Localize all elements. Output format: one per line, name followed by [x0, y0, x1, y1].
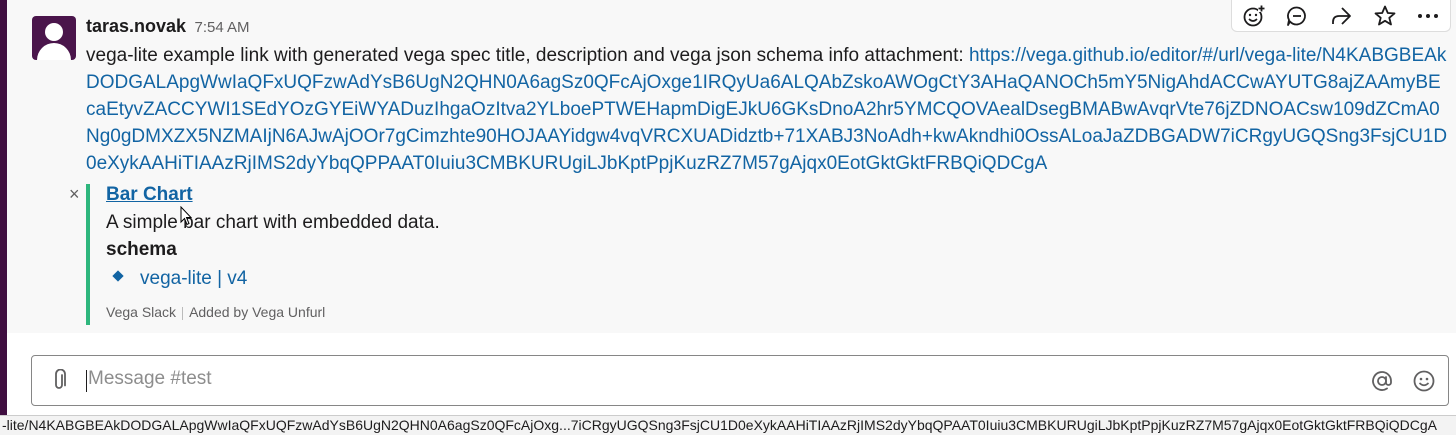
diamond-bullet-icon — [112, 270, 124, 282]
save-star-icon — [1374, 5, 1395, 25]
attachment-field-title: schema — [106, 239, 177, 260]
link-hover-status-bar: -lite/N4KABGBEAkDODGALApgWwIaQFxUQFzwAdY… — [0, 415, 1456, 435]
emoji-icon[interactable] — [1412, 369, 1436, 393]
message-row[interactable]: taras.novak 7:54 AM vega-lite example li… — [7, 0, 1456, 333]
attachment-footer: Vega Slack Added by Vega Unfurl — [106, 304, 325, 320]
add-reaction-button[interactable] — [1236, 1, 1272, 31]
message-composer[interactable]: Message #test — [31, 355, 1449, 406]
remove-attachment-button[interactable]: × — [69, 184, 80, 205]
more-actions-button[interactable] — [1410, 1, 1446, 31]
add-reaction-icon — [1243, 4, 1265, 26]
message-text: vega-lite example link with generated ve… — [86, 42, 1448, 177]
more-actions-icon — [1418, 13, 1439, 18]
reply-thread-icon — [1287, 6, 1307, 26]
workspace-sidebar-edge — [0, 0, 7, 435]
attachment-field-value[interactable]: vega-lite | v4 — [112, 268, 247, 290]
message-actions-toolbar — [1231, 0, 1451, 32]
reply-in-thread-button[interactable] — [1279, 1, 1315, 31]
share-message-icon — [1332, 6, 1351, 25]
attachment-title-link[interactable]: Bar Chart — [106, 184, 193, 206]
message-body: vega-lite example link with generated ve… — [86, 45, 969, 66]
share-message-button[interactable] — [1323, 1, 1359, 31]
footer-divider — [182, 306, 184, 320]
message-input-placeholder[interactable]: Message #test — [88, 368, 212, 390]
footer-app-name[interactable]: Vega Slack — [106, 304, 176, 320]
message-header: taras.novak 7:54 AM — [86, 16, 250, 40]
paperclip-icon[interactable] — [48, 369, 70, 393]
link-unfurl-attachment: × Bar Chart A simple bar chart with embe… — [69, 184, 686, 325]
mouse-cursor-icon — [180, 206, 192, 226]
attachment-description: A simple bar chart with embedded data. — [106, 212, 440, 233]
text-caret — [86, 370, 87, 392]
footer-added-by: Added by Vega Unfurl — [189, 304, 326, 320]
at-sign-icon[interactable] — [1370, 369, 1394, 393]
save-message-button[interactable] — [1367, 1, 1403, 31]
avatar[interactable] — [32, 16, 76, 60]
timestamp[interactable]: 7:54 AM — [195, 19, 250, 36]
username[interactable]: taras.novak — [86, 16, 186, 36]
schema-value-link[interactable]: vega-lite | v4 — [140, 268, 247, 289]
